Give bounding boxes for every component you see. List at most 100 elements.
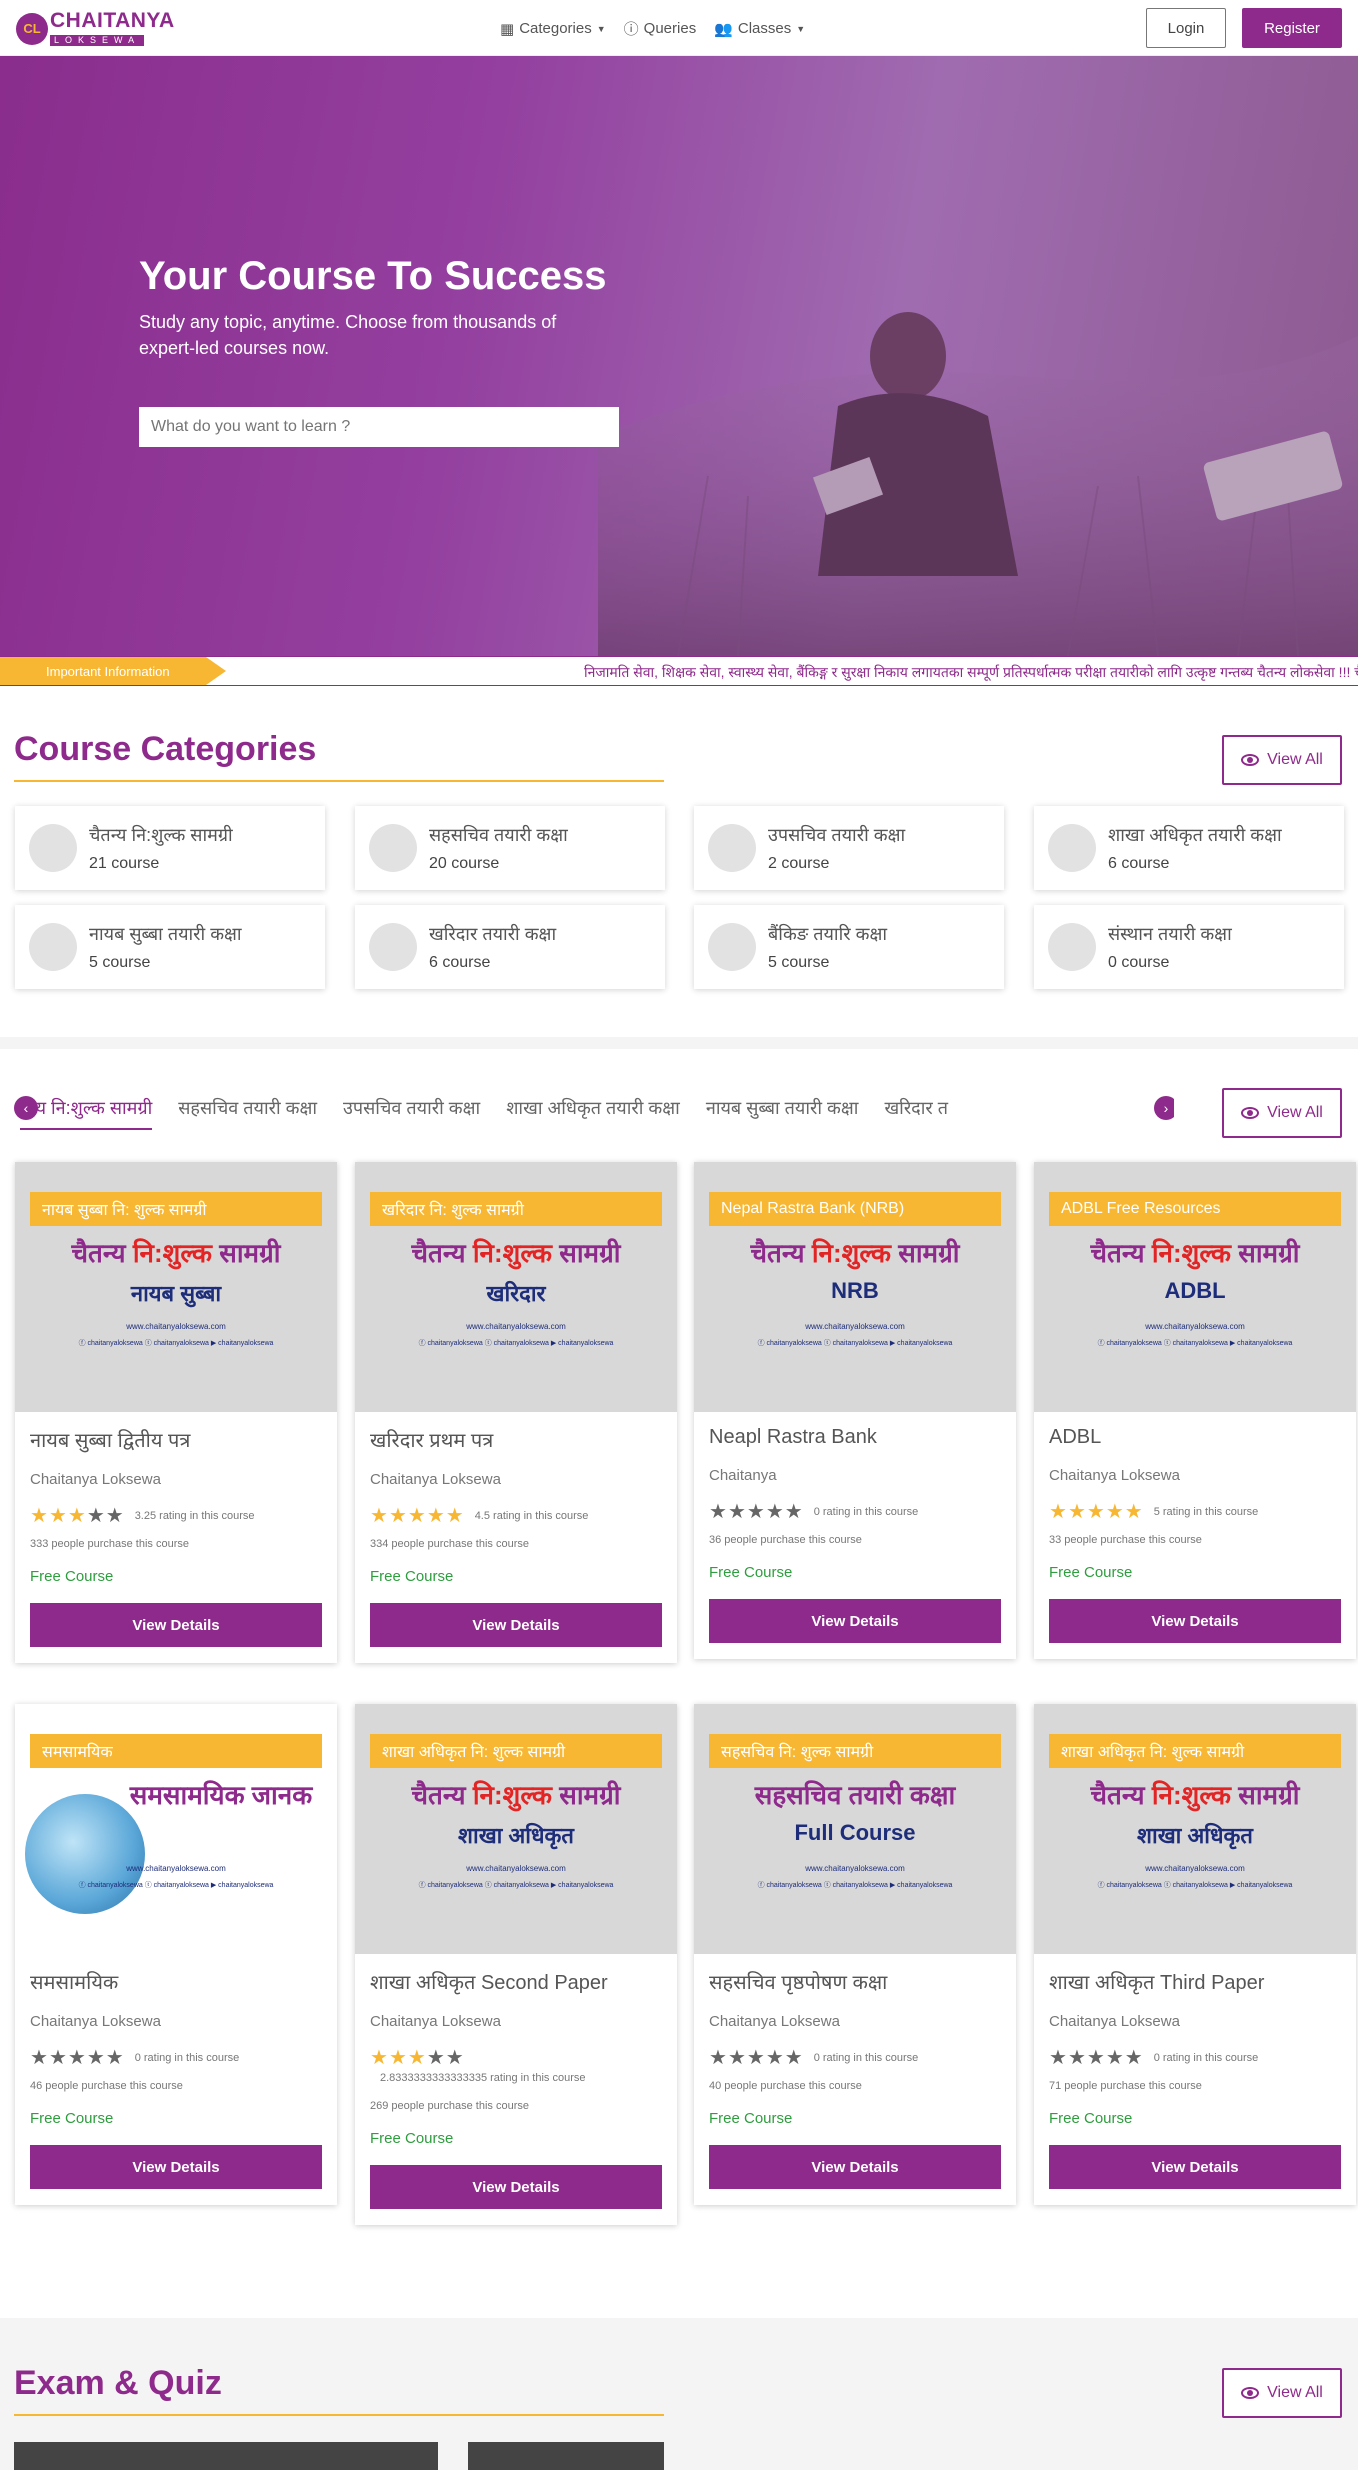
category-avatar-icon — [708, 923, 756, 971]
nav-queries-label: Queries — [643, 20, 697, 37]
course-title[interactable]: नायब सुब्बा द्वितीय पत्र — [30, 1426, 322, 1453]
star-icon: ★ — [1086, 1501, 1106, 1523]
course-thumbnail[interactable]: Nepal Rastra Bank (NRB) चैतन्य नि:शुल्क स… — [694, 1162, 1016, 1412]
thumbnail-heading: चैतन्य नि:शुल्क सामग्री — [71, 1238, 281, 1268]
view-all-label: View All — [1267, 2384, 1323, 2401]
star-icon: ★ — [1067, 1501, 1087, 1523]
view-details-button[interactable]: View Details — [370, 1603, 662, 1647]
site-logo[interactable]: CL CHAITANYA LOKSEWA — [16, 10, 175, 47]
course-title[interactable]: Neapl Rastra Bank — [709, 1426, 1001, 1449]
tabs-view-all-button[interactable]: View All — [1222, 1088, 1342, 1138]
course-thumbnail[interactable]: शाखा अधिकृत नि: शुल्क सामग्री चैतन्य नि:श… — [355, 1704, 677, 1954]
course-price: Free Course — [370, 1568, 454, 1585]
nav-categories[interactable]: ▦ Categories ▼ — [500, 18, 606, 39]
course-card[interactable]: Nepal Rastra Bank (NRB) चैतन्य नि:शुल्क स… — [694, 1162, 1016, 1659]
category-tab[interactable]: तन्य नि:शुल्क सामग्री — [20, 1096, 153, 1130]
course-price: Free Course — [1049, 2110, 1133, 2127]
category-card[interactable]: सहसचिव तयारी कक्षा 20 course — [355, 806, 665, 890]
category-tab[interactable]: उपसचिव तयारी कक्षा — [343, 1096, 480, 1128]
thumbnail-social: ⓕ chaitanyaloksewa ⓣ chaitanyaloksewa ▶ … — [418, 1882, 614, 1889]
category-card[interactable]: उपसचिव तयारी कक्षा 2 course — [694, 806, 1004, 890]
category-card[interactable]: शाखा अधिकृत तयारी कक्षा 6 course — [1034, 806, 1344, 890]
thumbnail-social: ⓕ chaitanyaloksewa ⓣ chaitanyaloksewa ▶ … — [1097, 1340, 1293, 1347]
logo-line1: CHAITANYA — [50, 9, 175, 32]
view-details-button[interactable]: View Details — [1049, 2145, 1341, 2189]
thumbnail-subheading: खरिदार — [486, 1281, 546, 1306]
category-tab[interactable]: शाखा अधिकृत तयारी कक्षा — [506, 1096, 680, 1128]
category-tab[interactable]: नायब सुब्बा तयारी कक्षा — [706, 1096, 859, 1128]
category-card[interactable]: खरिदार तयारी कक्षा 6 course — [355, 905, 665, 989]
course-rating: ★★★★★ 5 rating in this course — [1049, 1502, 1341, 1522]
nav-queries[interactable]: ⓘ Queries — [624, 18, 697, 39]
course-thumbnail[interactable]: खरिदार नि: शुल्क सामग्री चैतन्य नि:शुल्क … — [355, 1162, 677, 1412]
view-details-button[interactable]: View Details — [30, 2145, 322, 2189]
course-title[interactable]: सहसचिव पृष्ठपोषण कक्षा — [709, 1968, 1001, 1995]
nav-classes[interactable]: 👥 Classes ▼ — [714, 18, 805, 39]
thumbnail-url: www.chaitanyaloksewa.com — [466, 1322, 566, 1331]
course-title[interactable]: समसामयिक — [30, 1968, 322, 1995]
thumbnail-url: www.chaitanyaloksewa.com — [126, 1322, 226, 1331]
star-icon: ★ — [727, 2047, 747, 2069]
ticker-text[interactable]: निजामति सेवा, शिक्षक सेवा, स्वास्थ्य सेव… — [584, 663, 1358, 682]
category-tabs: ‹ तन्य नि:शुल्क सामग्री सहसचिव तयारी कक्ष… — [14, 1088, 1174, 1132]
star-icon: ★ — [445, 2047, 465, 2069]
rating-text: 2.8333333333333335 rating in this course — [380, 2072, 586, 2084]
star-icon: ★ — [765, 1501, 785, 1523]
purchase-count: 334 people purchase this course — [370, 1538, 529, 1550]
exam-card-thumbnail[interactable] — [468, 2442, 664, 2470]
course-thumbnail[interactable]: नायब सुब्बा नि: शुल्क सामग्री चैतन्य नि:श… — [15, 1162, 337, 1412]
course-author: Chaitanya Loksewa — [709, 2013, 840, 2030]
course-author: Chaitanya Loksewa — [30, 2013, 161, 2030]
course-thumbnail[interactable]: सहसचिव नि: शुल्क सामग्री सहसचिव तयारी कक्… — [694, 1704, 1016, 1954]
chevron-right-icon[interactable]: › — [1154, 1096, 1174, 1120]
category-name: खरिदार तयारी कक्षा — [429, 924, 557, 944]
category-avatar-icon — [708, 824, 756, 872]
course-card[interactable]: नायब सुब्बा नि: शुल्क सामग्री चैतन्य नि:श… — [15, 1162, 337, 1663]
thumbnail-tag: समसामयिक — [30, 1734, 322, 1768]
star-icon: ★ — [407, 2047, 427, 2069]
star-icon: ★ — [30, 2047, 49, 2069]
top-navbar: CL CHAITANYA LOKSEWA ▦ Categories ▼ ⓘ Qu… — [0, 0, 1358, 56]
course-rating: ★★★★★ 0 rating in this course — [30, 2048, 322, 2068]
view-details-button[interactable]: View Details — [30, 1603, 322, 1647]
star-icon: ★ — [1067, 2047, 1087, 2069]
course-title[interactable]: ADBL — [1049, 1426, 1341, 1449]
category-name: उपसचिव तयारी कक्षा — [768, 825, 906, 845]
category-tab[interactable]: खरिदार त — [884, 1096, 948, 1128]
exam-view-all-button[interactable]: View All — [1222, 2368, 1342, 2418]
view-details-button[interactable]: View Details — [1049, 1599, 1341, 1643]
category-count: 6 course — [1108, 855, 1170, 872]
login-button[interactable]: Login — [1146, 8, 1226, 48]
course-card[interactable]: शाखा अधिकृत नि: शुल्क सामग्री चैतन्य नि:श… — [1034, 1704, 1356, 2205]
category-avatar-icon — [369, 824, 417, 872]
course-card[interactable]: खरिदार नि: शुल्क सामग्री चैतन्य नि:शुल्क … — [355, 1162, 677, 1663]
course-card[interactable]: समसामयिक समसामयिक जानक www.chaitanyaloksew… — [15, 1704, 337, 2205]
category-card[interactable]: संस्थान तयारी कक्षा 0 course — [1034, 905, 1344, 989]
category-card[interactable]: बैंकिङ तयारि कक्षा 5 course — [694, 905, 1004, 989]
exam-card-thumbnail[interactable] — [14, 2442, 438, 2470]
course-title[interactable]: खरिदार प्रथम पत्र — [370, 1426, 662, 1453]
register-button[interactable]: Register — [1242, 8, 1342, 48]
course-thumbnail[interactable]: ADBL Free Resources चैतन्य नि:शुल्क सामग्… — [1034, 1162, 1356, 1412]
view-details-button[interactable]: View Details — [709, 1599, 1001, 1643]
course-card[interactable]: ADBL Free Resources चैतन्य नि:शुल्क सामग्… — [1034, 1162, 1356, 1659]
rating-text: 0 rating in this course — [134, 2052, 240, 2064]
category-tab[interactable]: सहसचिव तयारी कक्षा — [178, 1096, 317, 1128]
course-title[interactable]: शाखा अधिकृत Second Paper — [370, 1968, 662, 1995]
thumbnail-subheading: नायब सुब्बा — [130, 1281, 222, 1306]
course-thumbnail[interactable]: शाखा अधिकृत नि: शुल्क सामग्री चैतन्य नि:श… — [1034, 1704, 1356, 1954]
thumbnail-url: www.chaitanyaloksewa.com — [805, 1322, 905, 1331]
chevron-left-icon[interactable]: ‹ — [14, 1096, 38, 1120]
category-card[interactable]: चैतन्य नि:शुल्क सामग्री 21 course — [15, 806, 325, 890]
view-details-button[interactable]: View Details — [709, 2145, 1001, 2189]
category-card[interactable]: नायब सुब्बा तयारी कक्षा 5 course — [15, 905, 325, 989]
course-thumbnail[interactable]: समसामयिक समसामयिक जानक www.chaitanyaloksew… — [15, 1704, 337, 1954]
course-search-input[interactable] — [139, 407, 619, 447]
course-card[interactable]: शाखा अधिकृत नि: शुल्क सामग्री चैतन्य नि:श… — [355, 1704, 677, 2225]
view-details-button[interactable]: View Details — [370, 2165, 662, 2209]
star-icon: ★ — [86, 2047, 106, 2069]
thumbnail-tag: सहसचिव नि: शुल्क सामग्री — [709, 1734, 1001, 1768]
course-title[interactable]: शाखा अधिकृत Third Paper — [1049, 1968, 1341, 1995]
course-card[interactable]: सहसचिव नि: शुल्क सामग्री सहसचिव तयारी कक्… — [694, 1704, 1016, 2205]
categories-view-all-button[interactable]: View All — [1222, 735, 1342, 785]
